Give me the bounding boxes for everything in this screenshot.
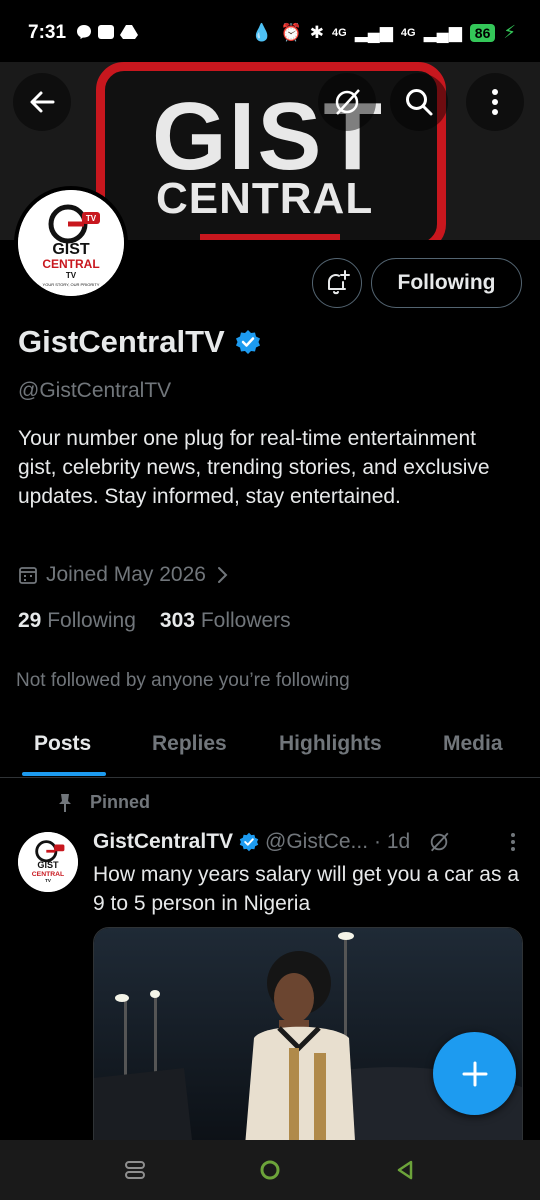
not-followed-note: Not followed by anyone you’re following xyxy=(16,670,350,691)
logo-tagline: YOUR STORY, OUR PRIORITY xyxy=(43,282,100,287)
back-arrow-icon xyxy=(30,91,55,113)
gist-central-logo: TV GIST CENTRAL TV YOUR STORY, OUR PRIOR… xyxy=(18,190,124,296)
tab-replies[interactable]: Replies xyxy=(152,732,227,756)
alarm-icon: ⏰ xyxy=(280,22,302,42)
profile-bio: Your number one plug for real-time enter… xyxy=(18,427,490,508)
post-handle[interactable]: @GistCe... xyxy=(265,830,368,854)
notifications-button[interactable] xyxy=(312,258,362,308)
back-nav-icon[interactable] xyxy=(394,1159,416,1181)
post-time: · 1d xyxy=(374,830,411,853)
more-vertical-icon xyxy=(492,89,498,115)
post-avatar[interactable]: GIST CENTRAL TV xyxy=(18,832,78,892)
following-stat[interactable]: 29 Following xyxy=(18,609,136,633)
display-name-text: GistCentralTV xyxy=(18,324,225,359)
logo-line2: CENTRAL xyxy=(42,257,99,271)
profile-handle: @GistCentralTV xyxy=(18,379,172,402)
bluetooth-icon: ✱ xyxy=(309,22,324,42)
logo-badge: TV xyxy=(86,214,97,223)
pin-icon xyxy=(59,793,71,812)
following-count: 29 xyxy=(18,609,42,632)
status-bar: 7:31 💧 ⏰ ✱ 4G ▂▄▆ 4G ▂▄▆ 86 ⚡ xyxy=(0,0,540,62)
calendar-icon xyxy=(19,567,37,584)
battery-level: 86 xyxy=(469,23,496,42)
grok-icon xyxy=(335,89,360,115)
logo-line3: TV xyxy=(66,271,77,280)
signal-1: 4G xyxy=(332,26,347,39)
pinned-text: Pinned xyxy=(90,792,151,812)
post-header: GistCentralTV @GistCe... · 1d xyxy=(93,830,523,854)
recent-apps-icon[interactable] xyxy=(124,1159,146,1181)
followers-label: Followers xyxy=(200,609,291,632)
active-tab-indicator xyxy=(22,772,106,776)
status-time: 7:31 xyxy=(28,22,67,43)
following-button[interactable]: Following xyxy=(371,258,522,308)
post-verified-badge-icon xyxy=(239,832,259,852)
post-author[interactable]: GistCentralTV xyxy=(93,830,233,854)
app-notification-icon xyxy=(98,25,114,39)
status-left-icons xyxy=(76,24,138,40)
post-more-icon[interactable] xyxy=(503,831,523,853)
following-label: Following xyxy=(47,609,136,632)
joined-text: Joined May 2026 xyxy=(46,563,206,586)
back-button[interactable] xyxy=(13,73,71,131)
banner-text-line2: CENTRAL xyxy=(156,174,374,223)
post-avatar-logo: GIST CENTRAL TV xyxy=(18,832,78,892)
banner-tv-strip xyxy=(200,234,340,240)
bell-plus-icon xyxy=(328,270,350,295)
more-button[interactable] xyxy=(466,73,524,131)
tab-highlights[interactable]: Highlights xyxy=(279,732,382,756)
profile-avatar[interactable]: TV GIST CENTRAL TV YOUR STORY, OUR PRIOR… xyxy=(14,186,128,300)
post-logo-line1: GIST xyxy=(37,860,59,870)
pinned-label-row: Pinned xyxy=(56,792,150,813)
drive-icon xyxy=(120,25,138,39)
tab-posts[interactable]: Posts xyxy=(34,732,91,756)
search-icon xyxy=(406,89,433,116)
verified-badge-icon xyxy=(235,330,260,354)
joined-date-row[interactable]: Joined May 2026 xyxy=(18,563,230,587)
chevron-right-icon xyxy=(217,567,228,583)
charging-icon: ⚡ xyxy=(503,22,516,42)
signal-bars-icon: ▂▄▆ xyxy=(354,22,393,42)
water-drop-icon: 💧 xyxy=(251,22,273,42)
display-name: GistCentralTV xyxy=(18,324,261,360)
followers-count: 303 xyxy=(159,609,195,632)
system-nav-bar xyxy=(0,1140,540,1200)
post-grok-icon[interactable] xyxy=(428,831,450,853)
status-right-icons: 💧 ⏰ ✱ 4G ▂▄▆ 4G ▂▄▆ 86 ⚡ xyxy=(251,22,516,43)
signal-2: 4G xyxy=(400,26,416,39)
grok-button[interactable] xyxy=(318,73,376,131)
plus-icon xyxy=(462,1061,487,1086)
follow-stats: 29 Following 303 Followers xyxy=(18,609,291,633)
compose-button[interactable] xyxy=(433,1032,516,1115)
profile-tabs: Posts Replies Highlights Media xyxy=(0,720,540,778)
tab-media[interactable]: Media xyxy=(443,732,503,756)
home-icon[interactable] xyxy=(259,1159,281,1181)
search-button[interactable] xyxy=(390,73,448,131)
signal-bars-icon-2: ▂▄▆ xyxy=(423,22,462,42)
post-logo-line3: TV xyxy=(45,878,51,883)
followers-stat[interactable]: 303 Followers xyxy=(160,609,291,633)
messenger-icon xyxy=(77,25,91,39)
post-logo-line2: CENTRAL xyxy=(32,871,64,878)
logo-line1: GIST xyxy=(52,241,90,258)
post-text: How many years salary will get you a car… xyxy=(93,863,519,915)
